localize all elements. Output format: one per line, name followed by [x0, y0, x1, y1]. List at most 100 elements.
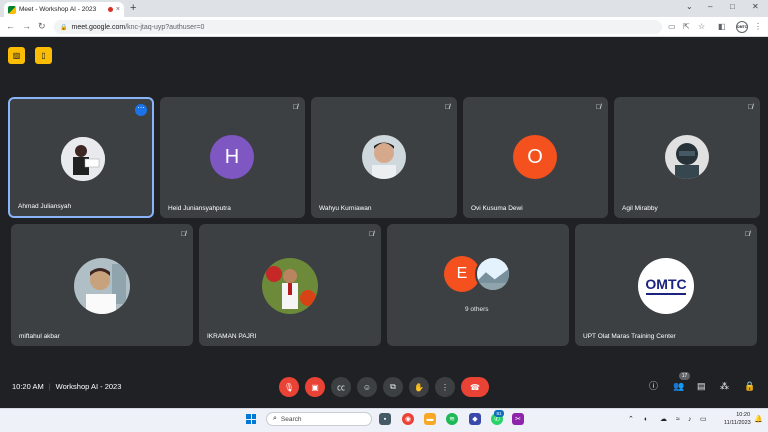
- new-tab-button[interactable]: +: [130, 2, 136, 15]
- profile-avatar[interactable]: OMTC: [736, 21, 748, 33]
- participant-photo-avatar: [362, 135, 406, 179]
- meeting-details-icon[interactable]: ⓘ: [649, 381, 658, 392]
- teams-icon[interactable]: ◆: [469, 413, 481, 425]
- participant-name: Ovi Kusuma Dewi: [471, 205, 523, 212]
- emoji-reaction-button[interactable]: ☺: [357, 377, 377, 397]
- meeting-details: 10:20 AM | Workshop AI - 2023: [12, 382, 121, 391]
- mic-off-icon: 🎙̸: [747, 104, 753, 111]
- tab-close-icon[interactable]: ×: [116, 6, 120, 13]
- meet-favicon-icon: [8, 5, 16, 14]
- meeting-title: Workshop AI - 2023: [55, 382, 122, 391]
- captions-button[interactable]: ㏄: [331, 377, 351, 397]
- url-host: meet.google.com: [71, 23, 126, 31]
- maximize-icon[interactable]: □: [730, 2, 735, 11]
- more-options-button[interactable]: ⋯: [135, 104, 147, 116]
- participant-tile-6[interactable]: 🎙̸ miftahul akbar: [11, 224, 193, 346]
- participant-tile-2[interactable]: H 🎙̸ Heid Juniansyahputra: [160, 97, 305, 218]
- participant-name: UPT Olat Maras Training Center: [583, 333, 676, 340]
- camera-off-warning-icon[interactable]: ▨: [8, 47, 25, 64]
- others-count-label: 9 others: [465, 306, 489, 313]
- onedrive-icon[interactable]: ☁: [660, 415, 667, 424]
- emoji-icon: ☺: [362, 382, 372, 392]
- taskbar-search-box[interactable]: ⌕ Search: [266, 412, 372, 426]
- battery-icon[interactable]: ▭: [700, 415, 707, 424]
- participant-name: Agil Mirabby: [622, 205, 658, 212]
- side-panel-icon[interactable]: ◧: [718, 21, 726, 32]
- tab-search-dropdown-icon[interactable]: ⌄: [686, 2, 693, 11]
- hang-up-icon: ☎: [470, 382, 480, 392]
- activities-icon[interactable]: ⁂: [720, 381, 729, 392]
- forward-button[interactable]: →: [22, 21, 31, 32]
- recording-dot-icon: [107, 7, 113, 12]
- mic-toggle-button[interactable]: 🎙: [279, 377, 299, 397]
- camera-toggle-button[interactable]: ▣: [305, 377, 325, 397]
- mic-off-icon: 🎙̸: [744, 231, 750, 238]
- mic-off-icon: 🎙̸: [595, 104, 601, 111]
- omtc-logo-text: OMTC: [645, 276, 687, 292]
- hand-icon: ✋: [414, 382, 424, 392]
- participant-tile-1[interactable]: ⋯ Ahmad Juliansyah: [8, 97, 154, 218]
- people-icon[interactable]: 👥: [673, 381, 684, 392]
- wifi-icon[interactable]: ≈: [676, 415, 680, 424]
- raise-hand-button[interactable]: ✋: [409, 377, 429, 397]
- more-options-button[interactable]: ⋮: [435, 377, 455, 397]
- participant-name: Heid Juniansyahputra: [168, 205, 231, 212]
- file-explorer-icon[interactable]: ▬: [424, 413, 436, 425]
- browser-menu-icon[interactable]: ⋮: [754, 21, 762, 32]
- browser-title-bar: Meet - Workshop AI - 2023 × + ⌄ – □ ✕: [0, 0, 768, 17]
- windows-start-icon[interactable]: [246, 414, 256, 424]
- tab-title: Meet - Workshop AI - 2023: [19, 6, 97, 13]
- search-placeholder: Search: [280, 415, 302, 423]
- spotify-icon[interactable]: ≋: [446, 413, 458, 425]
- reload-button[interactable]: ↻: [38, 21, 46, 32]
- task-view-icon[interactable]: ▪: [379, 413, 391, 425]
- share-icon[interactable]: ⇱: [683, 21, 690, 32]
- participant-name: IKRAMAN PAJRI: [207, 333, 257, 340]
- participant-photo-avatar: [61, 137, 105, 181]
- participant-tile-8[interactable]: OMTC 🎙̸ UPT Olat Maras Training Center: [575, 224, 757, 346]
- participant-photo-avatar: [665, 135, 709, 179]
- close-window-icon[interactable]: ✕: [752, 2, 759, 11]
- participant-tile-5[interactable]: 🎙̸ Agil Mirabby: [614, 97, 760, 218]
- participant-tile-3[interactable]: 🎙̸ Wahyu Kurniawan: [311, 97, 457, 218]
- captions-icon: ㏄: [337, 382, 345, 392]
- address-bar[interactable]: 🔒 meet.google.com/knc-jtaq-uyp?authuser=…: [54, 20, 662, 34]
- snipping-tool-icon[interactable]: ✂: [512, 413, 524, 425]
- participant-photo-avatar: [262, 258, 318, 314]
- camera-permission-icon[interactable]: ▭: [668, 21, 676, 32]
- participant-letter-avatar: H: [210, 135, 254, 179]
- participant-letter-avatar: O: [513, 135, 557, 179]
- mic-off-icon: 🎙̸: [444, 104, 450, 111]
- url-path: /knc-jtaq-uyp?authuser=0: [125, 23, 205, 31]
- present-screen-button[interactable]: ⧉: [383, 377, 403, 397]
- taskbar-clock[interactable]: 10:20 11/11/2023: [724, 411, 751, 427]
- chat-icon[interactable]: ▤: [697, 381, 706, 392]
- others-photo-avatar: [475, 256, 511, 292]
- browser-tab[interactable]: Meet - Workshop AI - 2023 ×: [4, 2, 124, 17]
- participant-name: Wahyu Kurniawan: [319, 205, 372, 212]
- participant-tile-4[interactable]: O 🎙̸ Ovi Kusuma Dewi: [463, 97, 608, 218]
- participant-tile-7[interactable]: 🎙̸ IKRAMAN PAJRI: [199, 224, 381, 346]
- chrome-icon[interactable]: ◉: [402, 413, 414, 425]
- show-hidden-icons[interactable]: ⌃: [628, 415, 634, 424]
- participant-photo-avatar: [74, 258, 130, 314]
- volume-icon[interactable]: ♪: [688, 415, 692, 424]
- present-icon: ⧉: [390, 382, 396, 391]
- search-icon: ⌕: [273, 415, 277, 422]
- others-tile[interactable]: E 9 others: [387, 224, 569, 346]
- minimize-icon[interactable]: –: [708, 2, 712, 11]
- meeting-time: 10:20 AM: [12, 382, 44, 391]
- camera-off-icon: ▣: [311, 382, 319, 392]
- tray-app-icon[interactable]: ◐: [644, 415, 648, 424]
- notifications-icon[interactable]: 🔔: [754, 415, 763, 424]
- mic-off-icon: 🎙̸: [292, 104, 298, 111]
- url-text: meet.google.com/knc-jtaq-uyp?authuser=0: [71, 24, 204, 31]
- leave-call-button[interactable]: ☎: [461, 377, 489, 397]
- bookmark-star-icon[interactable]: ☆: [698, 21, 705, 32]
- participant-name: miftahul akbar: [19, 333, 60, 340]
- mic-off-icon: 🎙: [283, 382, 295, 392]
- back-button[interactable]: ←: [6, 21, 15, 32]
- screen: Meet - Workshop AI - 2023 × + ⌄ – □ ✕ ← …: [0, 0, 768, 432]
- host-controls-icon[interactable]: 🔒: [744, 381, 755, 392]
- meeting-info-icon[interactable]: ▯: [35, 47, 52, 64]
